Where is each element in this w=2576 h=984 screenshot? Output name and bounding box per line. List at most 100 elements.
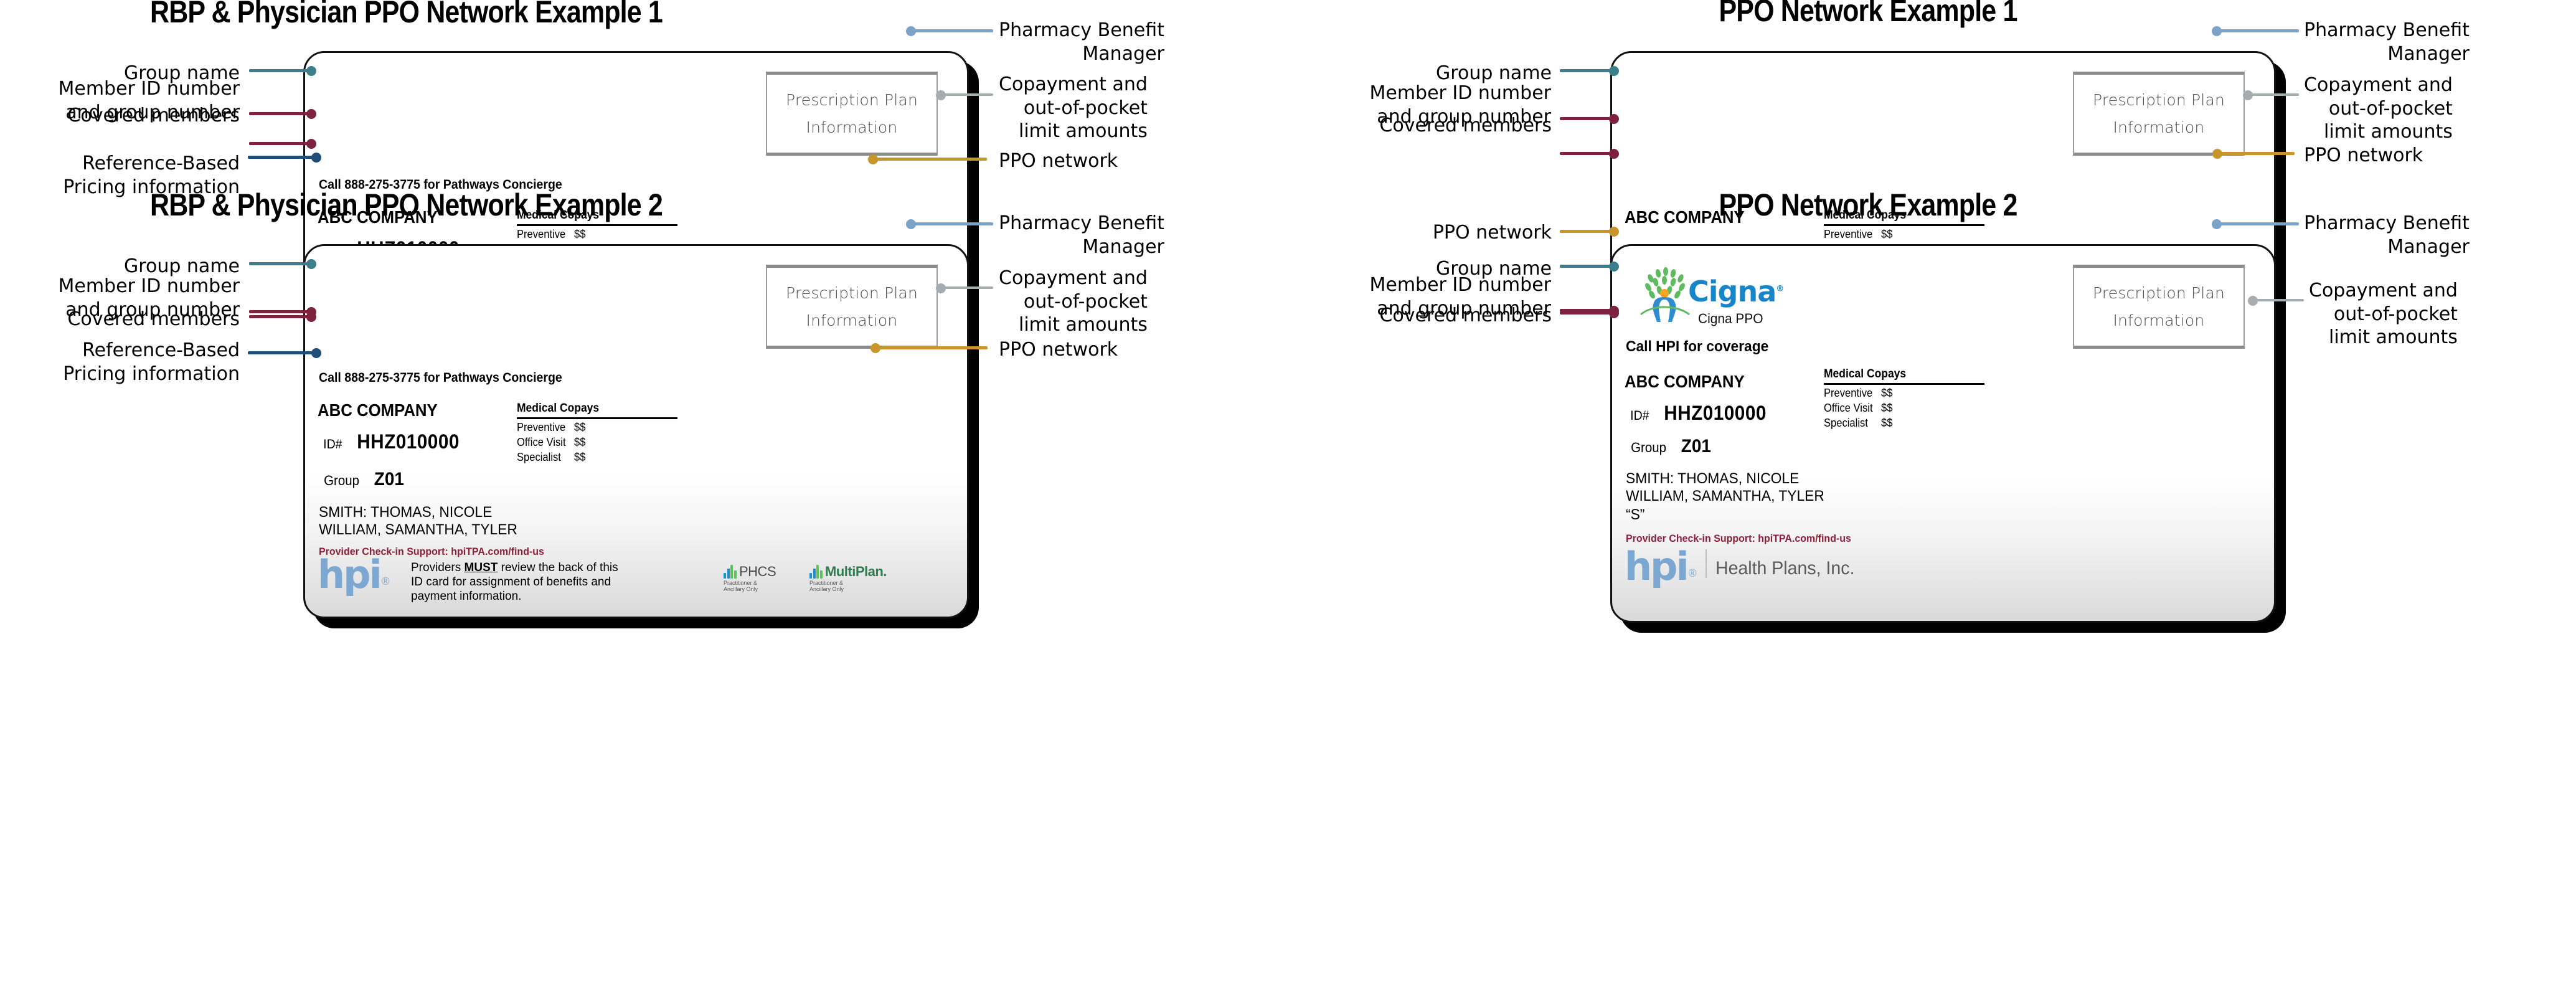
hpi-wordmark: hpi (318, 552, 382, 597)
callout-pharmacy-benefit-manager-ppo-2: Pharmacy Benefit Manager (2304, 212, 2470, 258)
connector-covered-members-ppo-2 (1560, 311, 1613, 315)
multiplan-sub-line-2: Ancillary Only (809, 586, 844, 593)
copay-label: Specialist (517, 451, 561, 463)
connector-dot-rbp-rbp-1 (311, 153, 321, 163)
connector-dot-covered-members-ppo-1 (1609, 149, 1619, 159)
connector-copayment-ppo-1 (2249, 93, 2299, 96)
copay-value: $$ (1881, 387, 1893, 399)
member-id-value: HHZ010000 (1663, 402, 1767, 424)
connector-copayment-rbp-1 (942, 93, 993, 96)
prescription-plan-box-ppo-2: Prescription Plan Information (2073, 265, 2245, 349)
copay-value: $$ (574, 228, 586, 240)
copays-rule (1824, 383, 1984, 385)
connector-pharmacy-benefit-manager-ppo-1 (2218, 29, 2299, 32)
callout-pharmacy-benefit-manager-rbp-2: Pharmacy Benefit Manager (999, 212, 1164, 258)
copays-rule (517, 417, 677, 419)
connector-dot-group-name-ppo-2 (1609, 262, 1619, 272)
copay-value: $$ (574, 421, 586, 433)
panel-title-rbp-2: RBP & Physician PPO Network Example 2 (150, 187, 663, 222)
rx-line-2: Information (806, 311, 898, 329)
copay-row: Office Visit $$ (517, 436, 677, 449)
callout-covered-members-ppo-2: Covered members (1379, 305, 1552, 326)
aob-footnote-line-1: Providers MUST review the back of this (411, 561, 618, 575)
connector-dot-pharmacy-ppo-2 (2212, 219, 2222, 229)
connector-group-name-rbp-2 (249, 262, 311, 265)
rx-line-1: Prescription Plan (2092, 283, 2225, 302)
copay-label: Preventive (517, 228, 566, 240)
connector-ppo-network-rbp-2 (875, 346, 988, 349)
cigna-registered-mark: ® (1776, 284, 1784, 294)
connector-member-id-ppo-1 (1560, 117, 1613, 120)
copay-value: $$ (1881, 417, 1893, 429)
copays-rule (517, 224, 677, 226)
connector-dot-ppo-network-rbp-1 (868, 154, 878, 164)
aob-footnote-line-3: payment information. (411, 589, 522, 603)
group-name-value-ppo-2: ABC COMPANY (1625, 372, 1745, 391)
copay-value: $$ (1881, 228, 1893, 240)
connector-dot-pharmacy-rbp-2 (906, 219, 916, 229)
rx-line-1: Prescription Plan (785, 90, 918, 109)
connector-dot-covered-members-ppo-2 (1609, 308, 1619, 318)
connector-group-name-rbp-1 (249, 69, 311, 72)
multiplan-wordmark: MultiPlan. (825, 565, 887, 579)
connector-dot-group-name-ppo-1 (1609, 66, 1619, 76)
copay-row: Office Visit $$ (1824, 402, 1984, 415)
connector-dot-rbp-rbp-2 (311, 348, 321, 358)
copay-row: Preventive $$ (1824, 228, 1984, 241)
medical-copays-ppo-2: Medical Copays Preventive $$ Office Visi… (1824, 367, 1984, 430)
connector-dot-ppo-network-ppo-1 (2212, 149, 2222, 159)
panel-title-ppo-1: PPO Network Example 1 (1719, 0, 2017, 28)
phcs-logo-rbp-2: PHCS Practitioner & Ancillary Only (724, 565, 776, 593)
connector-copayment-ppo-2 (2254, 299, 2304, 301)
copay-row: Preventive $$ (517, 421, 677, 434)
callout-pharmacy-benefit-manager-ppo-1: Pharmacy Benefit Manager (2304, 19, 2470, 65)
medical-copays-rbp-2: Medical Copays Preventive $$ Office Visi… (517, 402, 677, 464)
member-id-label: ID# (323, 437, 342, 452)
callout-ppo-network-rbp-2: PPO network (999, 339, 1118, 361)
connector-group-name-ppo-2 (1560, 265, 1613, 268)
copay-label: Preventive (1824, 228, 1873, 240)
hpi-name: Health Plans, Inc. (1715, 558, 1854, 579)
copay-label: Preventive (517, 421, 566, 433)
connector-ppo-network-ppo-2 (1560, 230, 1613, 233)
panel-title-rbp-1: RBP & Physician PPO Network Example 1 (150, 0, 663, 29)
connector-covered-members-ppo-1 (1560, 152, 1613, 155)
hpi-wordmark: hpi (1625, 543, 1689, 589)
connector-ppo-network-ppo-1 (2217, 152, 2295, 155)
id-card-ppo-2: Cigna® Cigna PPO Prescription Plan Infor… (1610, 244, 2276, 623)
connector-reference-based-pricing-rbp-1 (248, 156, 316, 159)
group-number-label: Group (324, 473, 360, 488)
phcs-sub-line-1: Practitioner & (724, 580, 758, 586)
callout-copayment-rbp-1: Copayment and out-of-pocket limit amount… (999, 73, 1148, 142)
copay-value: $$ (574, 436, 586, 448)
connector-ppo-network-rbp-1 (872, 158, 987, 161)
multiplan-sub-line-1: Practitioner & (809, 580, 844, 586)
connector-covered-members-rbp-2 (249, 315, 311, 318)
connector-group-name-ppo-1 (1560, 69, 1613, 72)
hpi-logo-ppo-2: hpi ® Health Plans, Inc. (1625, 543, 1862, 589)
group-number-row-rbp-2: Group Z01 (323, 469, 405, 490)
phcs-bars-icon (724, 565, 737, 579)
phcs-wordmark: PHCS (739, 564, 776, 579)
group-number-value: Z01 (1681, 436, 1712, 457)
connector-dot-pharmacy-rbp-1 (906, 26, 916, 36)
aob-text-must: MUST (464, 561, 498, 574)
callout-reference-based-pricing-rbp-2: Reference-Based Pricing information (63, 339, 240, 385)
rx-line-1: Prescription Plan (785, 283, 918, 302)
connector-dot-copayment-ppo-1 (2243, 90, 2253, 100)
member-id-row-rbp-2: ID# HHZ010000 (323, 430, 463, 453)
group-number-row-ppo-2: Group Z01 (1630, 436, 1712, 457)
prescription-plan-box-rbp-1: Prescription Plan Information (766, 72, 938, 156)
connector-dot-covered-members-rbp-1 (306, 139, 316, 149)
copay-row: Preventive $$ (1824, 387, 1984, 400)
member-id-row-ppo-2: ID# HHZ010000 (1630, 402, 1770, 425)
aob-text-c: review the back of this (498, 561, 618, 574)
connector-copayment-rbp-2 (942, 286, 993, 289)
group-number-value: Z01 (374, 469, 405, 490)
copay-label: Office Visit (1824, 402, 1873, 414)
multiplan-logo-rbp-2: MultiPlan. Practitioner & Ancillary Only (809, 565, 887, 593)
cigna-word-text: Cigna (1688, 275, 1776, 308)
connector-dot-copayment-rbp-1 (936, 90, 946, 100)
multiplan-sublabel: Practitioner & Ancillary Only (809, 580, 887, 593)
connector-dot-group-name-rbp-2 (306, 259, 316, 269)
